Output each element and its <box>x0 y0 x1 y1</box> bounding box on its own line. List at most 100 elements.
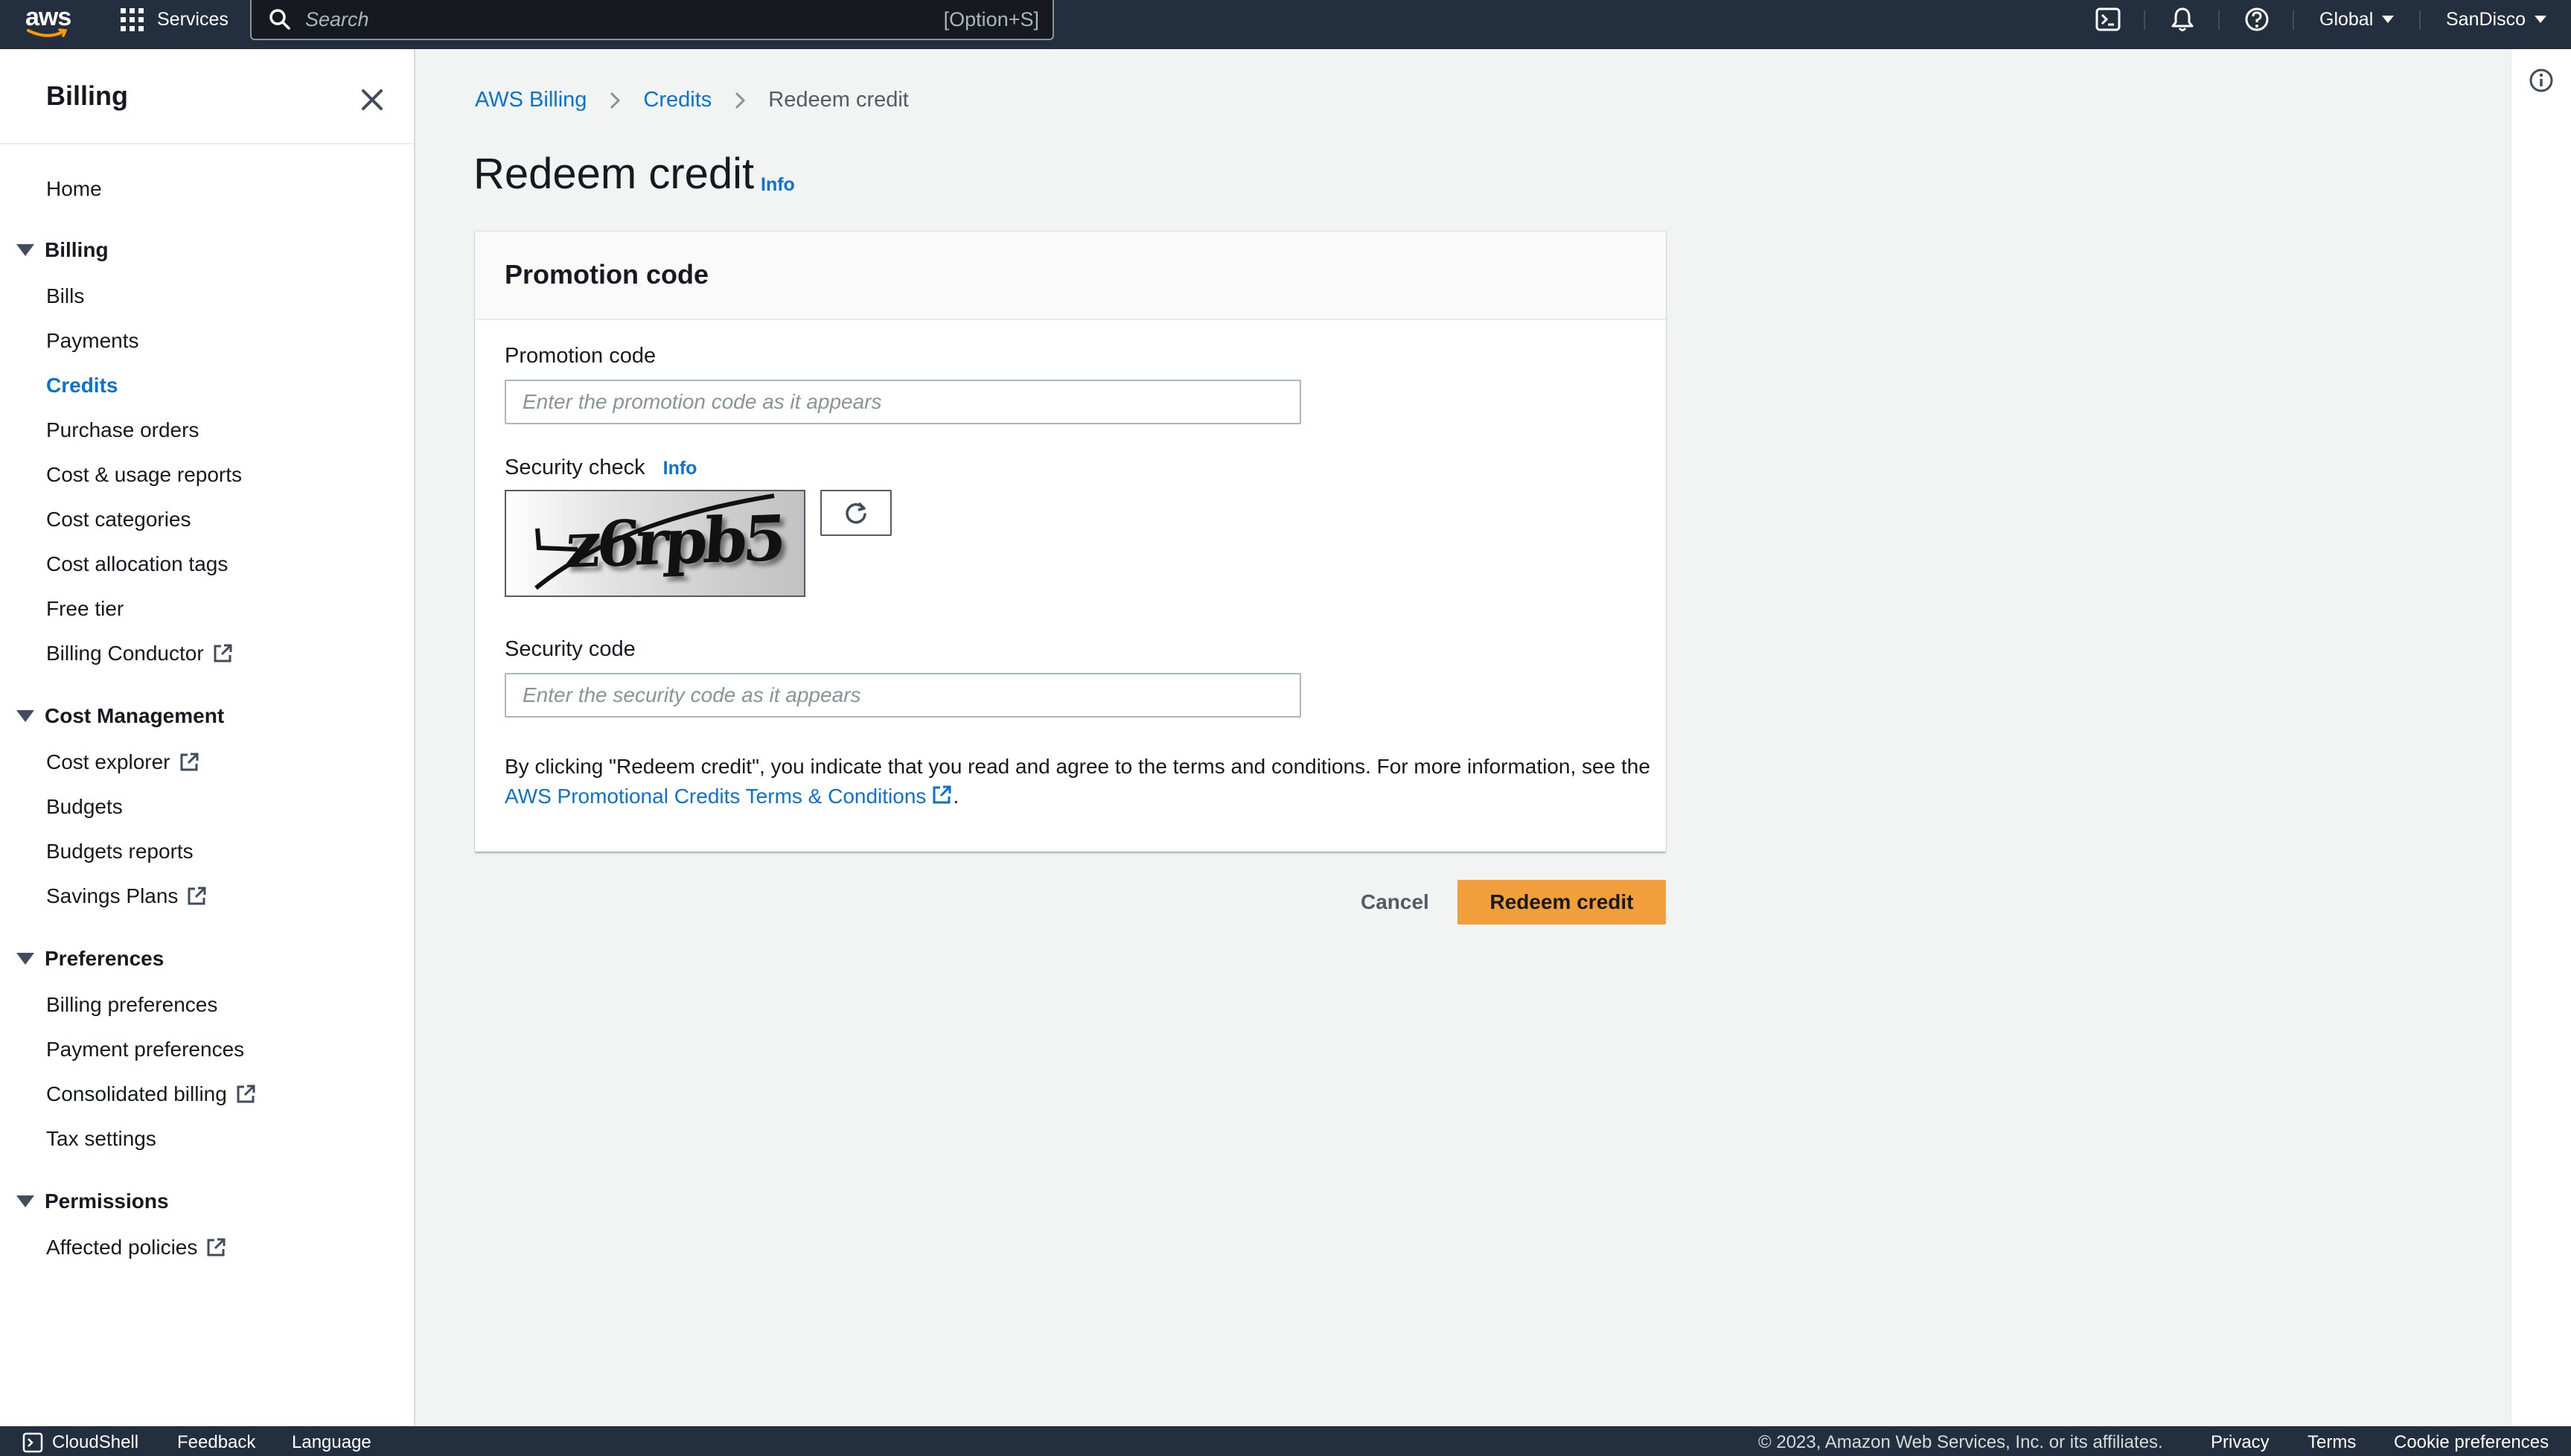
sidebar-item-cost-allocation-tags[interactable]: Cost allocation tags <box>46 552 228 576</box>
sidebar-item-label: Cost explorer <box>46 750 170 773</box>
footer-cookie-label: Cookie preferences <box>2394 1432 2549 1452</box>
sidebar-item-free-tier[interactable]: Free tier <box>46 597 124 621</box>
page-title: Redeem credit <box>473 150 755 198</box>
footer-feedback[interactable]: Feedback <box>177 1432 255 1453</box>
caret-down-icon <box>16 1195 34 1207</box>
footer-language[interactable]: Language <box>292 1432 371 1453</box>
sidebar-item-tax-settings[interactable]: Tax settings <box>46 1127 156 1151</box>
sidebar-item-consolidated-billing[interactable]: Consolidated billing <box>46 1082 257 1106</box>
footer-cloudshell[interactable]: CloudShell <box>22 1432 138 1453</box>
terms-end: . <box>953 785 959 808</box>
account-label: SanDisco <box>2446 8 2526 30</box>
apps-grid-icon <box>121 7 144 31</box>
search-shortcut-hint: [Option+S] <box>943 7 1039 31</box>
sidebar-item-savings-plans[interactable]: Savings Plans <box>46 884 208 908</box>
sidebar-item-purchase-orders[interactable]: Purchase orders <box>46 418 199 442</box>
cancel-button[interactable]: Cancel <box>1347 880 1443 925</box>
sidebar-item-label: Cost categories <box>46 508 191 531</box>
sidebar-item-budgets-reports[interactable]: Budgets reports <box>46 840 194 863</box>
account-menu[interactable]: SanDisco <box>2446 0 2546 39</box>
tools-panel-rail <box>2510 49 2571 1426</box>
security-code-input[interactable] <box>505 673 1301 718</box>
sidebar-item-billing-conductor[interactable]: Billing Conductor <box>46 642 234 665</box>
promotion-code-input[interactable] <box>505 380 1301 424</box>
sidebar-item-affected-policies[interactable]: Affected policies <box>46 1236 227 1259</box>
promotion-code-label: Promotion code <box>505 344 657 368</box>
sidebar-item-label: Payments <box>46 329 139 352</box>
region-selector[interactable]: Global <box>2319 0 2395 39</box>
external-link-icon <box>207 1238 226 1257</box>
panel-header: Promotion code <box>475 232 1666 320</box>
help-icon[interactable] <box>2243 6 2270 33</box>
sidebar-section-preferences[interactable]: Preferences <box>16 947 164 971</box>
page-info-link[interactable]: Info <box>761 174 795 196</box>
sidebar-item-label: Cost & usage reports <box>46 463 243 486</box>
redeem-credit-button[interactable]: Redeem credit <box>1457 880 1666 925</box>
cloudshell-icon <box>22 1432 43 1453</box>
sidebar-item-cost-usage-reports[interactable]: Cost & usage reports <box>46 463 242 487</box>
cloudshell-icon[interactable] <box>2095 6 2121 33</box>
security-check-label-text: Security check <box>505 456 645 479</box>
sidebar-divider <box>0 143 414 144</box>
sidebar-section-billing[interactable]: Billing <box>16 238 109 262</box>
sidebar-item-credits[interactable]: Credits <box>46 374 118 397</box>
terms-notice: By clicking "Redeem credit", you indicat… <box>505 752 1651 811</box>
caret-down-icon <box>2535 16 2546 23</box>
sidebar-item-cost-explorer[interactable]: Cost explorer <box>46 750 200 774</box>
sidebar-item-payment-preferences[interactable]: Payment preferences <box>46 1038 244 1061</box>
services-menu-button[interactable]: Services <box>121 0 229 39</box>
footer-cookie-preferences[interactable]: Cookie preferences <box>2394 1432 2549 1453</box>
console-footer: CloudShell Feedback Language © 2023, Ama… <box>0 1426 2571 1456</box>
caret-down-icon <box>16 710 34 722</box>
top-navigation: aws Services [Option+S] Global <box>0 0 2571 49</box>
global-search[interactable]: [Option+S] <box>250 0 1054 40</box>
sidebar-item-payments[interactable]: Payments <box>46 329 139 353</box>
terms-text: By clicking "Redeem credit", you indicat… <box>505 755 1650 778</box>
search-input[interactable] <box>292 7 944 31</box>
refresh-icon <box>846 502 866 524</box>
close-icon[interactable] <box>357 85 387 115</box>
sidebar-item-label: Purchase orders <box>46 418 199 441</box>
refresh-captcha-button[interactable] <box>820 490 892 536</box>
breadcrumb-current: Redeem credit <box>768 88 909 112</box>
chevron-right-icon <box>610 92 621 109</box>
bell-icon[interactable] <box>2169 6 2196 33</box>
aws-logo[interactable]: aws <box>25 3 73 39</box>
footer-privacy[interactable]: Privacy <box>2211 1432 2270 1453</box>
nav-separator <box>2144 10 2145 30</box>
sidebar-section-permissions[interactable]: Permissions <box>16 1190 169 1213</box>
info-icon[interactable] <box>2528 67 2555 94</box>
nav-separator <box>2419 10 2421 30</box>
external-link-icon <box>933 785 951 804</box>
terms-conditions-link[interactable]: AWS Promotional Credits Terms & Conditio… <box>505 785 953 808</box>
sidebar-item-label: Bills <box>46 284 85 307</box>
sidebar-item-label: Home <box>46 177 102 200</box>
breadcrumb-aws-billing[interactable]: AWS Billing <box>475 88 587 112</box>
breadcrumb-credits[interactable]: Credits <box>643 88 712 112</box>
footer-copyright: © 2023, Amazon Web Services, Inc. or its… <box>1758 1432 2163 1452</box>
side-navigation: Billing Home Billing Bills Payments Cred… <box>0 49 415 1426</box>
sidebar-item-bills[interactable]: Bills <box>46 284 84 308</box>
sidebar-section-cost-management[interactable]: Cost Management <box>16 704 224 728</box>
sidebar-item-cost-categories[interactable]: Cost categories <box>46 508 191 531</box>
aws-smile-icon <box>27 28 68 37</box>
search-icon <box>269 9 290 30</box>
sidebar-item-label: Free tier <box>46 597 124 620</box>
captcha-image: z6rpb5 <box>505 490 805 597</box>
external-link-icon <box>188 887 206 905</box>
sidebar-item-label: Billing Conductor <box>46 642 204 665</box>
security-code-label: Security code <box>505 637 636 661</box>
sidebar-item-label: Credits <box>46 374 118 397</box>
sidebar-section-label: Preferences <box>45 947 165 970</box>
sidebar-item-billing-preferences[interactable]: Billing preferences <box>46 993 217 1017</box>
footer-terms[interactable]: Terms <box>2307 1432 2356 1453</box>
breadcrumb: AWS Billing Credits Redeem credit <box>475 88 909 112</box>
footer-terms-label: Terms <box>2307 1432 2357 1452</box>
sidebar-item-home[interactable]: Home <box>46 177 102 201</box>
terms-link-text: AWS Promotional Credits Terms & Conditio… <box>505 785 927 808</box>
sidebar-item-budgets[interactable]: Budgets <box>46 795 123 819</box>
security-check-info-link[interactable]: Info <box>663 458 697 479</box>
external-link-icon <box>180 753 199 771</box>
services-label: Services <box>157 8 229 30</box>
nav-separator <box>2293 10 2294 30</box>
